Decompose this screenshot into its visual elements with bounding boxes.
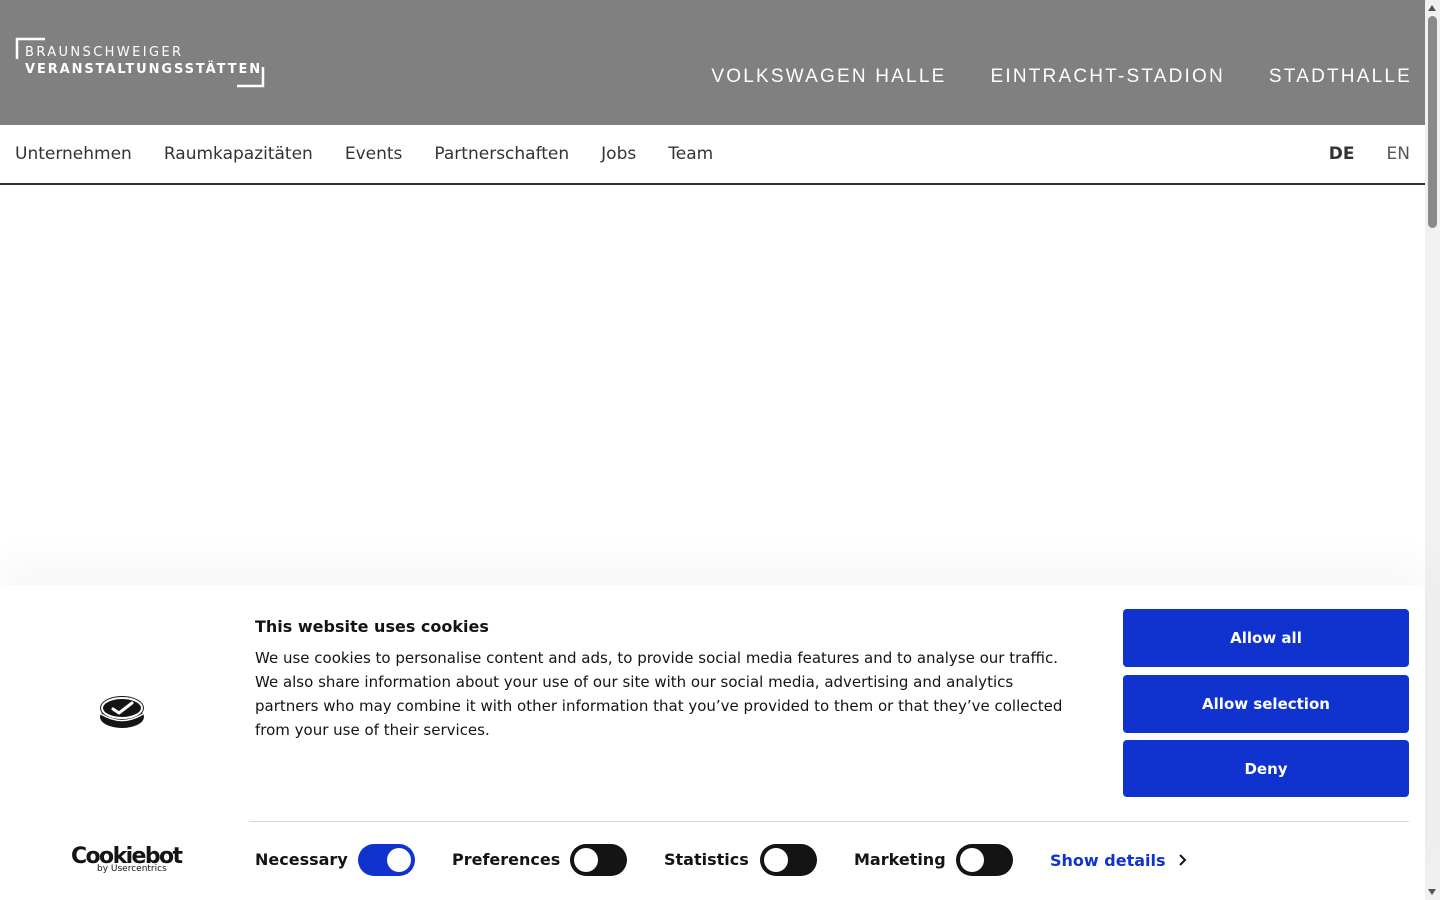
lang-de[interactable]: DE: [1329, 144, 1355, 164]
main-nav: Unternehmen Raumkapazitäten Events Partn…: [0, 125, 1425, 185]
consent-label-preferences: Preferences: [452, 850, 561, 869]
nav-item-partnerschaften[interactable]: Partnerschaften: [434, 144, 569, 164]
scroll-down-arrow-icon[interactable]: [1428, 889, 1436, 895]
consent-label-statistics: Statistics: [664, 850, 749, 869]
venue-link-volkswagen-halle[interactable]: VOLKSWAGEN HALLE: [711, 66, 946, 88]
allow-all-button[interactable]: Allow all: [1123, 609, 1409, 667]
language-switcher: DE EN: [1329, 144, 1410, 164]
cookie-banner-title: This website uses cookies: [255, 617, 489, 636]
site-logo[interactable]: BRAUNSCHWEIGER VERANSTALTUNGSSTÄTTEN: [15, 37, 267, 89]
venue-link-stadthalle[interactable]: STADTHALLE: [1269, 66, 1412, 88]
lang-en[interactable]: EN: [1387, 144, 1410, 164]
nav-item-unternehmen[interactable]: Unternehmen: [15, 144, 132, 164]
site-header: BRAUNSCHWEIGER VERANSTALTUNGSSTÄTTEN VOL…: [0, 0, 1425, 125]
toggle-preferences[interactable]: [570, 844, 627, 876]
logo-text-line2: VERANSTALTUNGSSTÄTTEN: [25, 62, 263, 77]
chevron-right-icon[interactable]: [1176, 853, 1190, 867]
venue-link-eintracht-stadion[interactable]: EINTRACHT-STADION: [990, 66, 1224, 88]
cookiebot-by-usercentrics: by Usercentrics: [97, 864, 167, 874]
cookie-banner-text: We use cookies to personalise content an…: [255, 649, 1063, 739]
consent-label-marketing: Marketing: [854, 850, 946, 869]
scrollbar-thumb[interactable]: [1428, 16, 1437, 228]
toggle-statistics[interactable]: [760, 844, 817, 876]
main-nav-items: Unternehmen Raumkapazitäten Events Partn…: [15, 144, 713, 164]
nav-item-jobs[interactable]: Jobs: [601, 144, 636, 164]
page-scrollbar[interactable]: [1425, 0, 1440, 900]
cookie-banner-divider: [249, 821, 1409, 822]
scroll-up-arrow-icon[interactable]: [1428, 5, 1436, 11]
venue-nav: VOLKSWAGEN HALLE EINTRACHT-STADION STADT…: [711, 66, 1412, 88]
show-details-link[interactable]: Show details: [1050, 851, 1166, 870]
deny-button[interactable]: Deny: [1123, 740, 1409, 797]
nav-item-events[interactable]: Events: [345, 144, 403, 164]
allow-selection-button[interactable]: Allow selection: [1123, 675, 1409, 733]
cookiebot-logo-icon: [100, 696, 144, 728]
consent-label-necessary: Necessary: [255, 850, 348, 869]
toggle-marketing[interactable]: [956, 844, 1013, 876]
cookie-banner: Cookiebot by Usercentrics This website u…: [0, 585, 1425, 900]
nav-item-team[interactable]: Team: [668, 144, 713, 164]
logo-text-line1: BRAUNSCHWEIGER: [25, 45, 184, 60]
nav-item-raumkapazitaeten[interactable]: Raumkapazitäten: [164, 144, 313, 164]
toggle-necessary[interactable]: [358, 844, 415, 876]
